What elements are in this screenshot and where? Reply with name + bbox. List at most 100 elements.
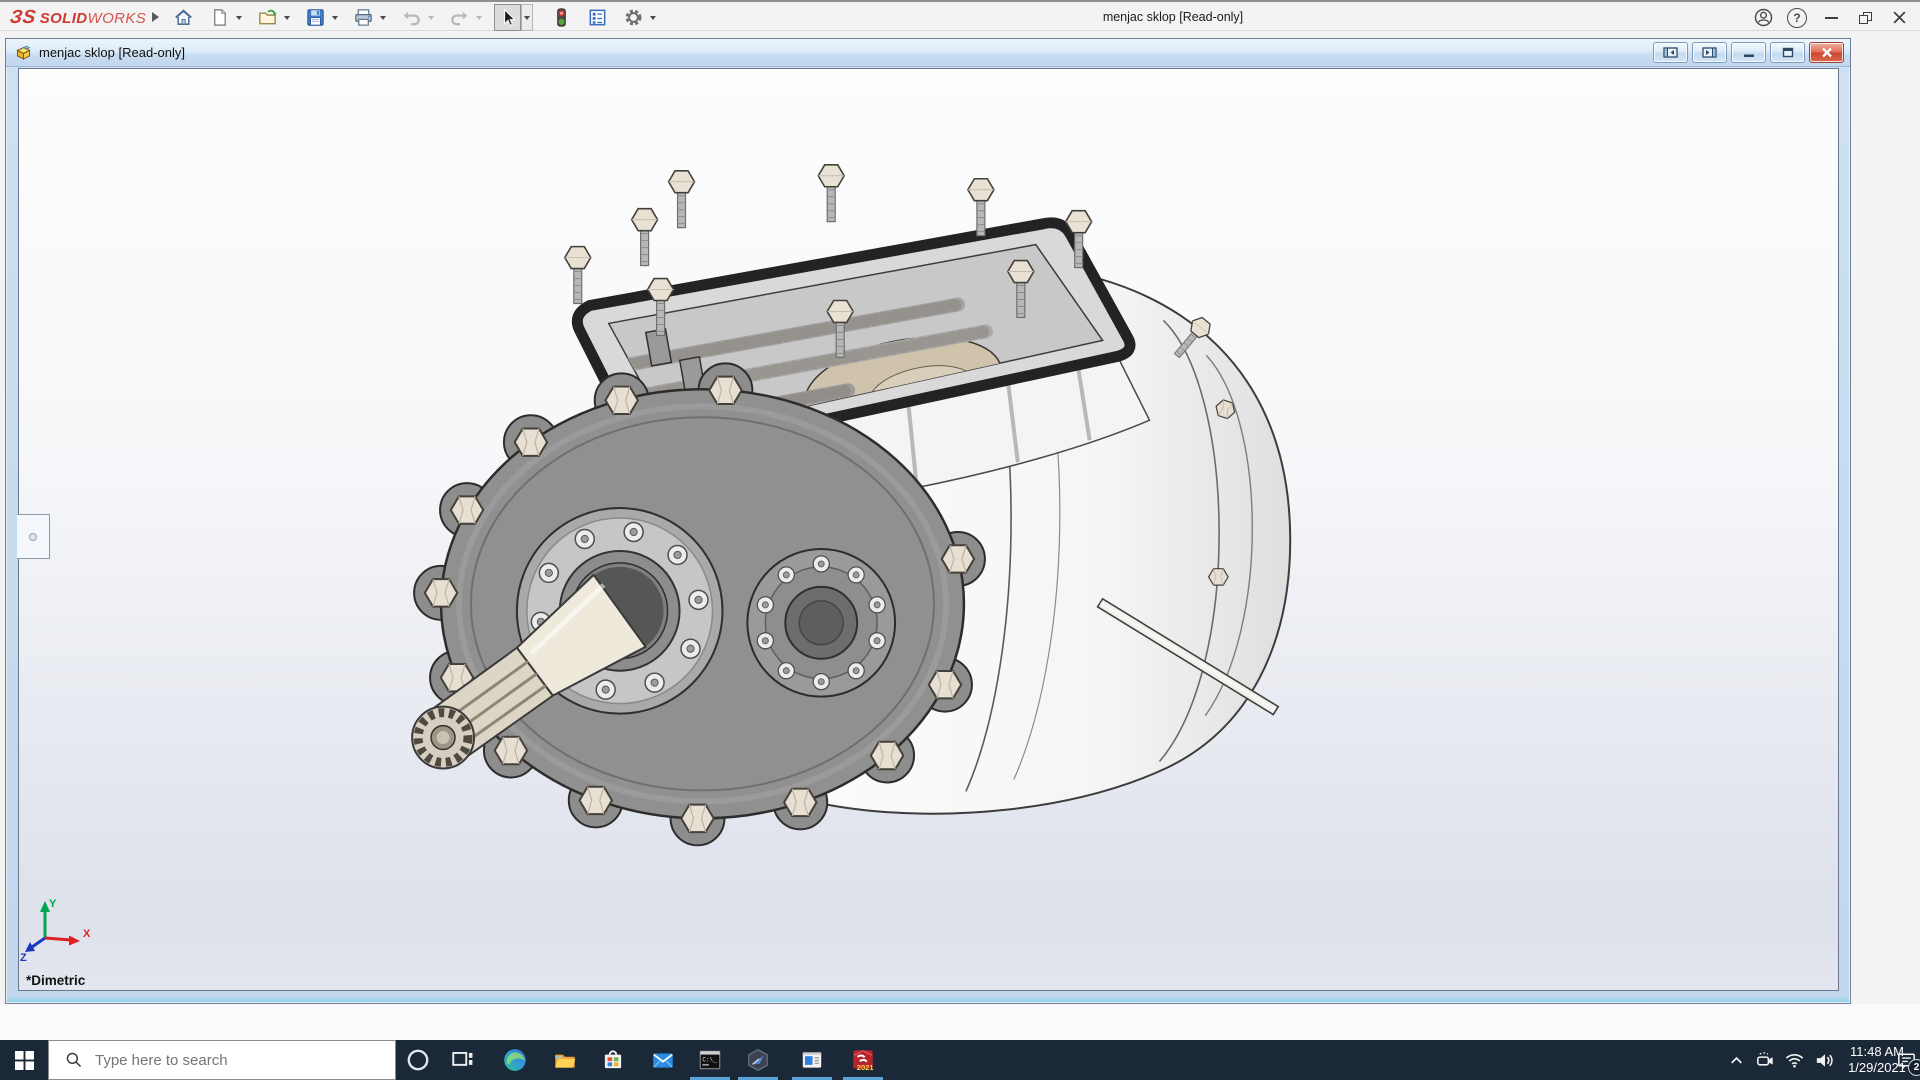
meet-now-camera-icon (1756, 1051, 1773, 1066)
undo-button[interactable] (398, 4, 425, 31)
view-orientation-label: *Dimetric (26, 973, 86, 988)
triad-z-label: Z (20, 952, 27, 964)
right-pane-icon (1702, 47, 1717, 58)
menu-expand-arrow-icon[interactable] (152, 12, 159, 22)
app-titlebar: ЗS SOLID WORKS menjac sklop [Read-only] … (0, 0, 1920, 31)
close-document-button[interactable] (1809, 42, 1844, 63)
options-dropdown[interactable] (647, 4, 659, 31)
app-window-icon (802, 1052, 822, 1068)
graphics-viewport[interactable]: Y X Z *Dimetric (17, 68, 1839, 991)
app-title: menjac sklop [Read-only] (1102, 10, 1244, 24)
microsoft-store-button[interactable] (591, 1040, 635, 1080)
save-button[interactable] (302, 4, 329, 31)
file-properties-button[interactable] (584, 4, 611, 31)
new-document-button[interactable] (206, 4, 233, 31)
mail-button[interactable] (641, 1040, 685, 1080)
command-prompt-icon: C:\_ (699, 1050, 721, 1070)
minimize-document-button[interactable] (1731, 42, 1766, 63)
open-dropdown[interactable] (281, 4, 293, 31)
assembly-document-icon (16, 45, 31, 60)
notification-badge[interactable]: 2 (1908, 1059, 1920, 1076)
triad-y-label: Y (49, 898, 57, 910)
feature-panel-splitter-tab[interactable] (17, 514, 50, 559)
document-frame-bottom-edge (7, 997, 1849, 1002)
cortana-button[interactable] (396, 1040, 440, 1080)
windows-taskbar: C:\_ 2021 (0, 1040, 1920, 1080)
restore-button[interactable] (1852, 6, 1878, 30)
redo-dropdown[interactable] (473, 4, 485, 31)
hexagon-app-button[interactable] (736, 1040, 780, 1080)
chevron-up-icon (1730, 1056, 1742, 1064)
file-explorer-icon (555, 1054, 576, 1068)
save-icon (307, 9, 324, 26)
volume-icon (1816, 1053, 1833, 1067)
print-dropdown[interactable] (377, 4, 389, 31)
document-titlebar[interactable]: menjac sklop [Read-only] (6, 39, 1850, 67)
print-icon (355, 9, 372, 26)
wifi-icon (1785, 1053, 1803, 1068)
command-prompt-button[interactable]: C:\_ (688, 1040, 732, 1080)
cortana-icon (407, 1049, 429, 1071)
toggle-right-pane-button[interactable] (1692, 42, 1727, 63)
taskbar-search-box[interactable] (48, 1040, 396, 1080)
left-pane-icon (1663, 47, 1678, 58)
status-bar (0, 1004, 1920, 1040)
select-cursor-icon (504, 8, 516, 26)
undo-icon (403, 11, 420, 26)
close-app-button[interactable] (1886, 6, 1912, 30)
help-icon: ? (1787, 7, 1807, 28)
meet-now-button[interactable] (1751, 1040, 1779, 1080)
quick-access-toolbar (170, 4, 668, 31)
logo-3ds-mark: ЗS (8, 7, 38, 28)
print-button[interactable] (350, 4, 377, 31)
close-document-icon (1821, 47, 1832, 58)
new-document-icon (214, 9, 226, 26)
windows-logo-icon (14, 1050, 34, 1070)
gearbox-3d-model[interactable] (19, 69, 1838, 990)
minimize-icon (1824, 16, 1838, 19)
start-button[interactable] (0, 1040, 48, 1080)
home-button[interactable] (170, 4, 197, 31)
save-dropdown[interactable] (329, 4, 341, 31)
file-properties-icon (589, 9, 606, 26)
restore-document-icon (1782, 47, 1793, 58)
task-view-icon (452, 1051, 473, 1066)
help-button[interactable]: ? (1784, 6, 1810, 30)
new-document-dropdown[interactable] (233, 4, 245, 31)
task-view-button[interactable] (441, 1040, 485, 1080)
mail-icon (653, 1053, 673, 1068)
microsoft-store-icon (604, 1050, 622, 1069)
file-explorer-button[interactable] (543, 1040, 587, 1080)
tray-expand-button[interactable] (1722, 1040, 1750, 1080)
toggle-left-pane-button[interactable] (1653, 42, 1688, 63)
triad-x-label: X (83, 928, 91, 940)
account-button[interactable] (1750, 6, 1776, 30)
undo-dropdown[interactable] (425, 4, 437, 31)
open-button[interactable] (254, 4, 281, 31)
rebuild-button[interactable] (548, 4, 575, 31)
minimize-document-icon (1743, 54, 1754, 57)
restore-icon (1858, 11, 1872, 24)
solidworks-desktop: ЗS SOLID WORKS menjac sklop [Read-only] … (0, 0, 1920, 1080)
app-window-controls: ? (1750, 2, 1912, 33)
app-window-button[interactable] (790, 1040, 834, 1080)
search-input[interactable] (93, 1050, 343, 1070)
options-button[interactable] (620, 4, 647, 31)
home-icon (175, 9, 192, 25)
restore-document-button[interactable] (1770, 42, 1805, 63)
redo-button[interactable] (446, 4, 473, 31)
select-tool-dropdown[interactable] (521, 4, 533, 31)
close-icon (1893, 11, 1905, 24)
select-tool-button[interactable] (494, 4, 521, 31)
network-button[interactable] (1780, 1040, 1808, 1080)
account-icon (1754, 8, 1772, 27)
hexagon-app-icon (748, 1048, 768, 1072)
search-icon (66, 1052, 82, 1068)
open-folder-icon (259, 9, 277, 25)
solidworks-taskbar-button[interactable]: 2021 (841, 1040, 885, 1080)
minimize-button[interactable] (1818, 6, 1844, 30)
gear-icon (625, 9, 642, 26)
edge-button[interactable] (493, 1040, 537, 1080)
cmd-prompt-text: C:\_ (702, 1057, 717, 1064)
document-title: menjac sklop [Read-only] (39, 45, 185, 60)
